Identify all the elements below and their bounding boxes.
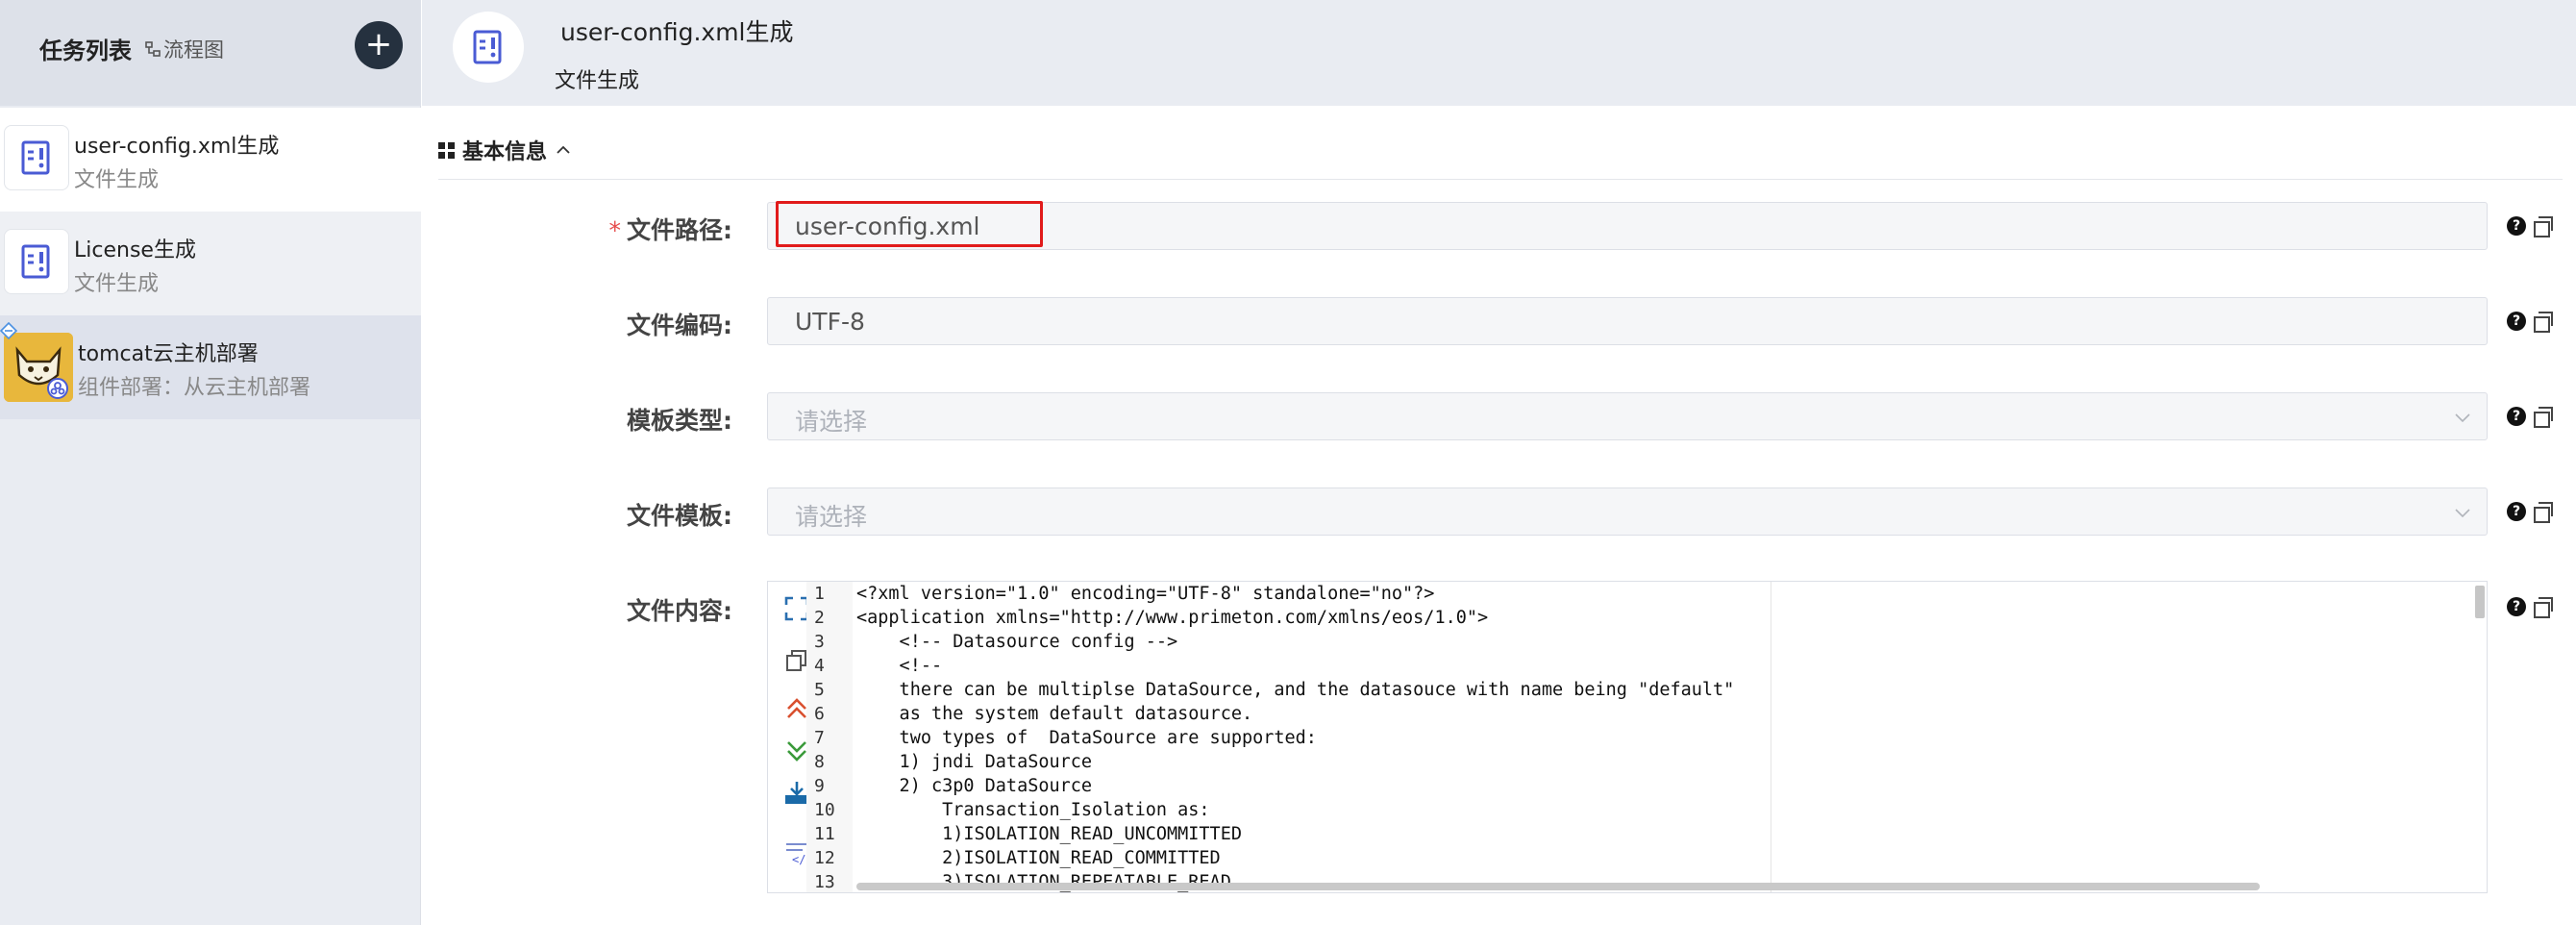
help-icon[interactable]: ? [2507, 502, 2526, 521]
copy-icon[interactable] [2534, 216, 2553, 238]
file-generate-icon [4, 125, 69, 190]
code-line: two types of DataSource are supported: [856, 728, 1317, 748]
file-template-placeholder: 请选择 [795, 503, 868, 531]
basic-info-section-toggle[interactable]: 基本信息 [438, 135, 572, 165]
copy-icon[interactable] [2534, 407, 2553, 428]
file-generate-icon [453, 12, 524, 83]
required-mark: * [608, 216, 622, 244]
task-type: 文件生成 [555, 69, 640, 93]
code-editor[interactable]: </> 12345678910111213 <?xml version="1.0… [767, 581, 2488, 893]
line-number: 12 [814, 848, 835, 868]
copy-icon[interactable] [2534, 502, 2553, 523]
line-number: 7 [814, 728, 825, 748]
file-content-label: 文件内容: [627, 597, 732, 625]
file-path-input[interactable]: user-config.xml [767, 201, 2488, 250]
help-icon[interactable]: ? [2507, 597, 2526, 616]
line-number: 13 [814, 872, 835, 892]
template-type-label: 模板类型: [627, 407, 732, 435]
template-type-select[interactable]: 请选择 [767, 392, 2488, 440]
line-number: 3 [814, 632, 825, 652]
code-line: 1)ISOLATION_READ_UNCOMMITTED [856, 824, 1242, 844]
add-task-button[interactable]: + [355, 21, 403, 69]
sidebar: 任务列表 流程图 + user-config.xml生成 文件生成 Licens… [0, 0, 421, 925]
file-template-actions: ? [2507, 502, 2553, 523]
code-line: <!-- [856, 656, 943, 676]
task-item-user-config[interactable]: user-config.xml生成 文件生成 [0, 108, 421, 212]
line-number: 8 [814, 752, 825, 772]
task-name: tomcat云主机部署 [78, 342, 259, 366]
editor-toolbar: </> [768, 582, 810, 892]
line-number: 6 [814, 704, 825, 724]
template-type-placeholder: 请选择 [795, 408, 868, 436]
sidebar-title: 任务列表 [39, 38, 132, 64]
task-subtitle: 文件生成 [74, 168, 160, 192]
task-subtitle: 文件生成 [74, 272, 160, 296]
sidebar-header: 任务列表 流程图 + [0, 0, 421, 106]
line-number: 2 [814, 608, 825, 628]
file-path-label: * 文件路径: [444, 212, 733, 246]
flow-chart-label: 流程图 [163, 38, 224, 62]
flow-chart-link[interactable]: 流程图 [144, 35, 224, 63]
task-title: user-config.xml生成 [560, 18, 794, 46]
drag-handle-icon[interactable] [0, 322, 17, 339]
chevron-up-icon [557, 145, 570, 154]
file-path-label-text: 文件路径: [627, 216, 732, 244]
help-icon[interactable]: ? [2507, 407, 2526, 426]
file-encoding-label: 文件编码: [627, 312, 732, 339]
code-line: 1) jndi DataSource [856, 752, 1093, 772]
help-icon[interactable]: ? [2507, 216, 2526, 236]
chevron-down-icon [2455, 509, 2470, 518]
line-number: 4 [814, 656, 825, 676]
section-divider [438, 179, 2563, 180]
grid-icon [438, 141, 455, 159]
copy-icon[interactable] [2534, 312, 2553, 333]
template-type-actions: ? [2507, 407, 2553, 428]
code-line: <?xml version="1.0" encoding="UTF-8" sta… [856, 584, 1435, 604]
code-line: <!-- Datasource config --> [856, 632, 1178, 652]
chevron-down-icon [2455, 413, 2470, 423]
line-number: 10 [814, 800, 835, 820]
code-line: there can be multiplse DataSource, and t… [856, 680, 1735, 700]
code-content[interactable]: <?xml version="1.0" encoding="UTF-8" sta… [856, 582, 2471, 892]
file-encoding-value: UTF-8 [795, 308, 865, 336]
line-number-gutter: 1 2 3 4 5 6 7 8 9 10 11 12 13 [806, 582, 853, 892]
task-name: user-config.xml生成 [74, 135, 280, 159]
file-template-label: 文件模板: [627, 502, 732, 530]
copy-icon[interactable] [2534, 597, 2553, 618]
task-subtitle: 组件部署：从云主机部署 [78, 376, 311, 400]
line-number: 9 [814, 776, 825, 796]
file-template-select[interactable]: 请选择 [767, 488, 2488, 536]
file-generate-icon [4, 229, 69, 294]
vertical-scrollbar[interactable] [2475, 586, 2485, 618]
code-line: 2)ISOLATION_READ_COMMITTED [856, 848, 1221, 868]
file-encoding-input[interactable]: UTF-8 [767, 297, 2488, 345]
file-encoding-actions: ? [2507, 312, 2553, 333]
file-path-actions: ? [2507, 216, 2553, 238]
code-line: Transaction_Isolation as: [856, 800, 1210, 820]
section-title: 基本信息 [462, 140, 548, 164]
horizontal-scrollbar[interactable] [856, 883, 2260, 890]
task-header: user-config.xml生成 文件生成 [422, 0, 2576, 106]
line-number: 1 [814, 584, 825, 604]
line-number: 5 [814, 680, 825, 700]
highlight-box [776, 201, 1043, 247]
line-number: 11 [814, 824, 835, 844]
file-content-actions: ? [2507, 597, 2553, 618]
task-name: License生成 [74, 238, 196, 262]
code-line: 2) c3p0 DataSource [856, 776, 1093, 796]
help-icon[interactable]: ? [2507, 312, 2526, 331]
task-item-license[interactable]: License生成 文件生成 [0, 212, 421, 315]
tomcat-icon [4, 333, 73, 402]
code-line: <application xmlns="http://www.primeton.… [856, 608, 1489, 628]
flow-chart-icon [145, 41, 161, 57]
task-item-tomcat[interactable]: tomcat云主机部署 组件部署：从云主机部署 [0, 315, 421, 419]
code-line: as the system default datasource. [856, 704, 1253, 724]
